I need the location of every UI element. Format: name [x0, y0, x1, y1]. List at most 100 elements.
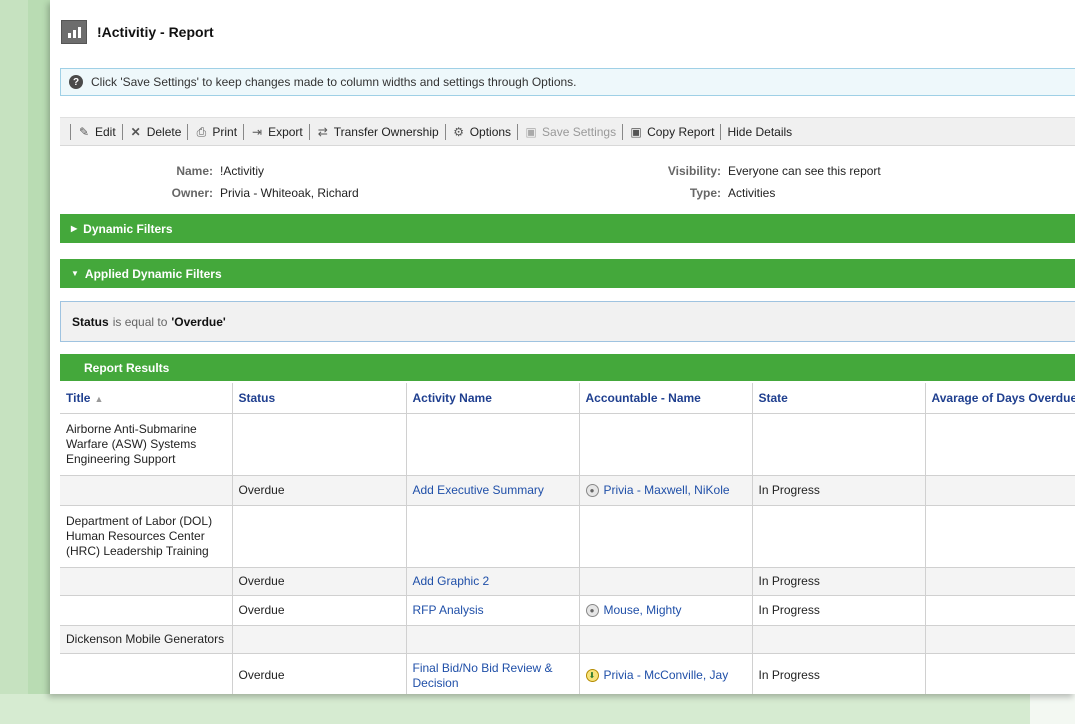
- cell-days: [925, 505, 1075, 568]
- owner-value: Privia - Whiteoak, Richard: [220, 186, 359, 200]
- copy-report-button[interactable]: ▣ Copy Report: [629, 125, 714, 139]
- background-frame-bottom: [0, 694, 1075, 724]
- column-state[interactable]: State: [752, 383, 926, 414]
- delete-button[interactable]: ✕ Delete: [129, 125, 182, 139]
- report-results-label: Report Results: [84, 360, 170, 375]
- person-icon: ●: [585, 484, 599, 497]
- edit-button[interactable]: ✎ Edit: [77, 125, 116, 139]
- toolbar-separator: [187, 123, 189, 140]
- cell-accountable: [579, 567, 753, 596]
- options-button[interactable]: ⚙ Options: [452, 125, 511, 139]
- activity-link[interactable]: Add Graphic 2: [413, 574, 490, 588]
- copy-report-label: Copy Report: [647, 124, 715, 139]
- name-value: !Activitiy: [220, 164, 265, 178]
- save-settings-button[interactable]: ▣ Save Settings: [524, 125, 616, 139]
- cell-accountable: [579, 625, 753, 654]
- activity-link[interactable]: Final Bid/No Bid Review & Decision: [413, 661, 553, 690]
- cell-accountable: ● Mouse, Mighty: [579, 595, 753, 626]
- column-activity-name[interactable]: Activity Name: [406, 383, 580, 414]
- background-frame-corner: [1030, 694, 1075, 724]
- save-settings-label: Save Settings: [542, 124, 617, 139]
- hide-details-label: Hide Details: [727, 124, 793, 139]
- cell-activity: Add Graphic 2: [406, 567, 580, 596]
- accountable-link[interactable]: Privia - McConville, Jay: [604, 668, 729, 683]
- cell-state: In Progress: [752, 475, 926, 506]
- cell-status: Overdue: [232, 567, 407, 596]
- transfer-ownership-label: Transfer Ownership: [333, 124, 439, 139]
- export-icon: ⇥: [252, 124, 263, 139]
- column-status[interactable]: Status: [232, 383, 407, 414]
- cell-state: In Progress: [752, 567, 926, 596]
- dynamic-filters-label: Dynamic Filters: [83, 221, 173, 236]
- print-button[interactable]: ⎙ Print: [194, 124, 238, 139]
- table-row: Overdue Add Graphic 2 In Progress: [60, 567, 1075, 596]
- options-icon: ⚙: [453, 124, 465, 139]
- cell-accountable: [579, 413, 753, 476]
- collapse-arrow-icon: ▼: [71, 269, 79, 278]
- edit-icon: ✎: [78, 124, 90, 139]
- cell-title: Department of Labor (DOL) Human Resource…: [60, 505, 233, 568]
- dynamic-filters-header[interactable]: ▶ Dynamic Filters: [60, 214, 1075, 243]
- print-label: Print: [212, 124, 238, 139]
- applied-filter: Status is equal to 'Overdue': [60, 301, 1075, 342]
- cell-status: [232, 505, 407, 568]
- cell-activity: Add Executive Summary: [406, 475, 580, 506]
- export-label: Export: [268, 124, 303, 139]
- filter-field: Status: [72, 314, 109, 329]
- cell-days: [925, 653, 1075, 694]
- table-row: Dickenson Mobile Generators: [60, 625, 1075, 654]
- accountable-link[interactable]: Mouse, Mighty: [604, 603, 682, 618]
- expand-arrow-icon: ▶: [71, 224, 78, 233]
- name-label: Name:: [176, 164, 213, 178]
- column-title[interactable]: Title ▲: [60, 383, 233, 414]
- accountable-link[interactable]: Privia - Maxwell, NiKole: [604, 483, 730, 498]
- applied-filters-header[interactable]: ▼ Applied Dynamic Filters: [60, 259, 1075, 288]
- visibility-value: Everyone can see this report: [728, 164, 881, 178]
- column-avg-days-overdue[interactable]: Avarage of Days Overdue: [925, 383, 1075, 414]
- cell-activity: [406, 505, 580, 568]
- cell-title: [60, 595, 233, 626]
- cell-activity: [406, 625, 580, 654]
- results-table: Title ▲ Status Activity Name Accountable …: [60, 383, 1075, 694]
- owner-label: Owner:: [171, 186, 213, 200]
- save-icon: ▣: [525, 124, 537, 139]
- column-accountable-name[interactable]: Accountable - Name: [579, 383, 753, 414]
- table-header-row: Title ▲ Status Activity Name Accountable …: [60, 383, 1075, 414]
- toolbar-separator: [308, 123, 310, 140]
- cell-days: [925, 475, 1075, 506]
- cell-title: Dickenson Mobile Generators: [60, 625, 233, 654]
- cell-activity: [406, 413, 580, 476]
- toolbar-separator: [720, 123, 722, 140]
- cell-state: [752, 625, 926, 654]
- cell-accountable: ⬇ Privia - McConville, Jay: [579, 653, 753, 694]
- cell-accountable: ● Privia - Maxwell, NiKole: [579, 475, 753, 506]
- type-value: Activities: [728, 186, 776, 200]
- toolbar-separator: [121, 123, 123, 140]
- applied-filters-label: Applied Dynamic Filters: [84, 266, 222, 281]
- cell-title: [60, 475, 233, 506]
- cell-state: In Progress: [752, 595, 926, 626]
- export-button[interactable]: ⇥ Export: [250, 125, 303, 139]
- cell-title: [60, 567, 233, 596]
- visibility-label: Visibility:: [667, 164, 721, 178]
- person-icon: ●: [585, 604, 599, 617]
- cell-title: [60, 653, 233, 694]
- table-row: Overdue Add Executive Summary ● Privia - …: [60, 475, 1075, 506]
- person-warning-icon: ⬇: [585, 669, 599, 682]
- transfer-ownership-button[interactable]: ⇄ Transfer Ownership: [316, 125, 439, 139]
- toolbar-separator: [243, 123, 245, 140]
- report-meta-right: Visibility: Everyone can see this report…: [622, 160, 881, 204]
- activity-link[interactable]: RFP Analysis: [413, 603, 484, 617]
- cell-status: Overdue: [232, 653, 407, 694]
- edit-label: Edit: [95, 124, 116, 139]
- type-label: Type:: [689, 186, 721, 200]
- delete-label: Delete: [146, 124, 182, 139]
- cell-status: [232, 625, 407, 654]
- cell-status: Overdue: [232, 595, 407, 626]
- bar-chart-icon: [61, 20, 87, 44]
- toolbar-separator: [622, 123, 624, 140]
- cell-title: Airborne Anti-Submarine Warfare (ASW) Sy…: [60, 413, 233, 476]
- activity-link[interactable]: Add Executive Summary: [413, 483, 544, 497]
- table-row: Airborne Anti-Submarine Warfare (ASW) Sy…: [60, 413, 1075, 476]
- hide-details-button[interactable]: Hide Details: [727, 125, 792, 139]
